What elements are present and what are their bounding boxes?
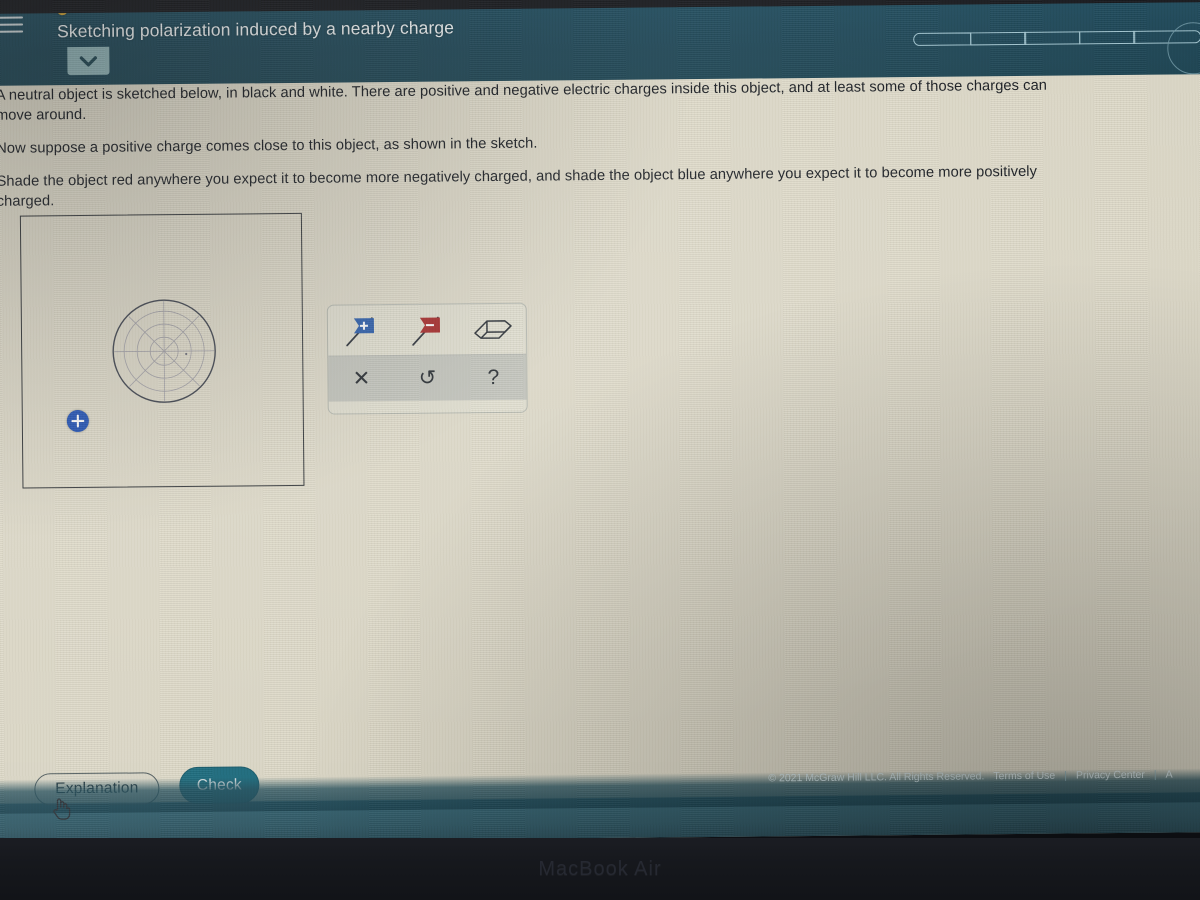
terms-of-use-link[interactable]: Terms of Use: [993, 770, 1055, 783]
device-brand-label: MacBook Air: [538, 858, 662, 880]
accessibility-link[interactable]: A: [1165, 769, 1172, 781]
footer-separator: |: [1064, 769, 1068, 782]
footer-separator: |: [1153, 768, 1157, 781]
eraser-tool[interactable]: [469, 309, 517, 349]
grid-dot: [185, 352, 188, 356]
blue-plus-flag-icon: [346, 317, 375, 347]
progress-segment: [969, 31, 1026, 46]
chevron-down-icon: [79, 55, 97, 67]
hand-cursor-icon: [53, 798, 71, 820]
question-mark-icon: ?: [487, 365, 500, 390]
prompt-line: charged.: [0, 193, 55, 210]
positive-charge-flag-tool[interactable]: [337, 310, 385, 350]
bookmark-tucson[interactable]: /)/ Tucson: [939, 0, 998, 1]
undo-icon: ↺: [418, 366, 437, 390]
privacy-center-link[interactable]: Privacy Center: [1076, 769, 1145, 782]
prompt-line: Shade the object red anywhere you expect…: [0, 163, 1038, 190]
red-minus-flag-icon: [412, 316, 441, 346]
app-header: GENERAL CHEMISTRY REVIEW Sketching polar…: [0, 0, 1200, 86]
eraser-icon: [474, 320, 512, 339]
photographed-laptop-screen: /)/ Tucson » Other GENERAL CHEMISTRY REV…: [0, 0, 1200, 900]
progress-segment: [913, 32, 972, 46]
negative-charge-flag-tool[interactable]: [403, 309, 451, 349]
prompt-paragraph-2: Now suppose a positive charge comes clos…: [0, 135, 538, 157]
close-icon: ✕: [352, 367, 371, 391]
help-button[interactable]: ?: [469, 357, 517, 397]
copyright-text: © 2021 McGraw Hill LLC. All Rights Reser…: [768, 770, 985, 785]
question-prompt: A neutral object is sketched below, in b…: [0, 74, 1200, 225]
plus-icon: [71, 414, 85, 428]
bookmark-label: /)/ Tucson: [954, 0, 998, 1]
prompt-line: move around.: [0, 106, 87, 124]
hamburger-line: [0, 23, 24, 26]
palette-tool-row: [328, 304, 526, 356]
hand-pointer-cursor: [50, 795, 72, 821]
laptop-bezel: MacBook Air: [0, 838, 1200, 900]
collapse-header-toggle[interactable]: [67, 46, 110, 76]
progress-segment: [1024, 31, 1081, 45]
prompt-paragraph-3: Shade the object red anywhere you expect…: [0, 160, 1200, 212]
sketch-canvas[interactable]: [19, 212, 305, 489]
hamburger-line: [0, 30, 24, 33]
hamburger-menu-icon[interactable]: [0, 14, 24, 36]
undo-button[interactable]: ↺: [403, 358, 451, 398]
progress-segment: [1078, 30, 1136, 45]
footer-legal: © 2021 McGraw Hill LLC. All Rights Reser…: [768, 769, 1172, 785]
palette-action-row: ✕ ↺ ?: [328, 353, 527, 402]
sketch-tool-palette: ✕ ↺ ?: [326, 302, 528, 415]
question-content: A neutral object is sketched below, in b…: [0, 74, 1200, 774]
object-radial-grid: [112, 299, 216, 403]
page-title: Sketching polarization induced by a near…: [57, 17, 455, 42]
clear-button[interactable]: ✕: [337, 359, 385, 399]
hamburger-line: [0, 16, 23, 19]
screen-content: /)/ Tucson » Other GENERAL CHEMISTRY REV…: [0, 0, 1200, 844]
positive-charge-marker[interactable]: [66, 409, 89, 433]
progress-bar: [913, 30, 1200, 46]
